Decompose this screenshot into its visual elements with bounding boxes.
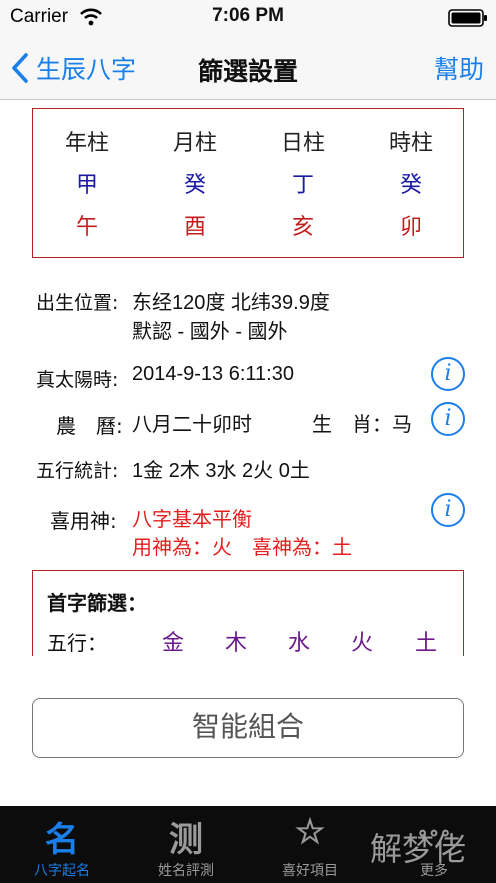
heavenly-stem-day: 丁	[291, 173, 314, 198]
tab-more[interactable]: ∘∘∘ 更多	[372, 806, 496, 883]
first-char-filter-panel: 首字篩選： 五行： 金 木 水 火 土	[32, 570, 464, 656]
solar-time-value: 2014-9-13 6:11:30	[132, 363, 294, 385]
xiyong-gods: 用神為：火 喜神為：土	[132, 537, 352, 559]
xiyong-info-icon[interactable]: i	[431, 493, 465, 527]
filter-wuxing-label: 五行：	[47, 631, 107, 655]
chevron-left-icon	[12, 53, 28, 83]
tab-label: 姓名評測	[158, 863, 214, 879]
tab-bazi-naming[interactable]: 名 八字起名	[0, 806, 124, 883]
evaluate-icon: 测	[169, 820, 203, 860]
element-wood-button[interactable]: 木	[216, 625, 256, 656]
smart-combine-button[interactable]: 智能組合	[32, 698, 464, 758]
pillar-header-month: 月柱	[172, 131, 217, 156]
earthly-branch-month: 酉	[183, 215, 206, 240]
element-earth-button[interactable]: 土	[406, 625, 446, 656]
back-button-label: 生辰八字	[36, 55, 137, 84]
element-metal-button[interactable]: 金	[153, 625, 193, 656]
wuxing-label: 五行統計:	[36, 460, 119, 482]
birthplace-label: 出生位置:	[36, 292, 119, 314]
navigation-bar: 生辰八字 篩選設置 幫助	[0, 36, 496, 100]
earthly-branch-day: 亥	[291, 215, 314, 240]
heavenly-stem-year: 甲	[75, 173, 98, 198]
pillar-header-hour: 時柱	[388, 131, 433, 156]
element-water-button[interactable]: 水	[279, 625, 319, 656]
naming-icon: 名	[45, 820, 79, 860]
tab-favorites[interactable]: ☆ 喜好項目	[248, 806, 372, 883]
tab-bar: 名 八字起名 测 姓名評測 ☆ 喜好項目 ∘∘∘ 更多 解梦佬	[0, 806, 496, 883]
earthly-branch-hour: 卯	[399, 215, 422, 240]
pillar-header-day: 日柱	[280, 131, 325, 156]
earthly-branch-year: 午	[75, 215, 98, 240]
lunar-date-label: 農 曆:	[56, 414, 123, 438]
heavenly-stem-month: 癸	[183, 173, 206, 198]
heavenly-stem-hour: 癸	[399, 173, 422, 198]
filter-title: 首字篩選：	[47, 591, 147, 615]
pillar-header-year: 年柱	[64, 131, 109, 156]
xiyong-label: 喜用神:	[50, 509, 117, 533]
element-fire-button[interactable]: 火	[342, 625, 382, 656]
bazi-pillars-panel: 年柱 月柱 日柱 時柱 甲 癸 丁 癸 午 酉 亥 卯	[32, 108, 464, 258]
star-icon: ☆	[294, 812, 326, 852]
more-icon: ∘∘∘	[416, 820, 452, 846]
xiyong-balance: 八字基本平衡	[132, 509, 252, 531]
birthplace-coordinates: 东经120度 北纬39.9度	[132, 292, 330, 314]
birthplace-region: 默認 - 國外 - 國外	[132, 321, 288, 343]
tab-label: 喜好項目	[282, 863, 338, 879]
lunar-date-value: 八月二十卯时	[132, 414, 252, 436]
tab-label: 更多	[420, 863, 448, 879]
wuxing-value: 1金 2木 3水 2火 0土	[132, 460, 310, 482]
back-button[interactable]: 生辰八字	[10, 48, 136, 88]
battery-icon	[448, 9, 487, 27]
help-button[interactable]: 幫助	[434, 50, 484, 86]
status-time: 7:06 PM	[212, 5, 284, 26]
lunar-info-icon[interactable]: i	[431, 402, 465, 436]
zodiac-value: 生 肖：马	[312, 414, 412, 436]
tab-name-evaluation[interactable]: 测 姓名評測	[124, 806, 248, 883]
tab-label: 八字起名	[34, 863, 90, 879]
solar-time-label: 真太陽時:	[36, 369, 119, 391]
solar-time-info-icon[interactable]: i	[431, 357, 465, 391]
status-bar: Carrier 7:06 PM	[0, 0, 496, 36]
